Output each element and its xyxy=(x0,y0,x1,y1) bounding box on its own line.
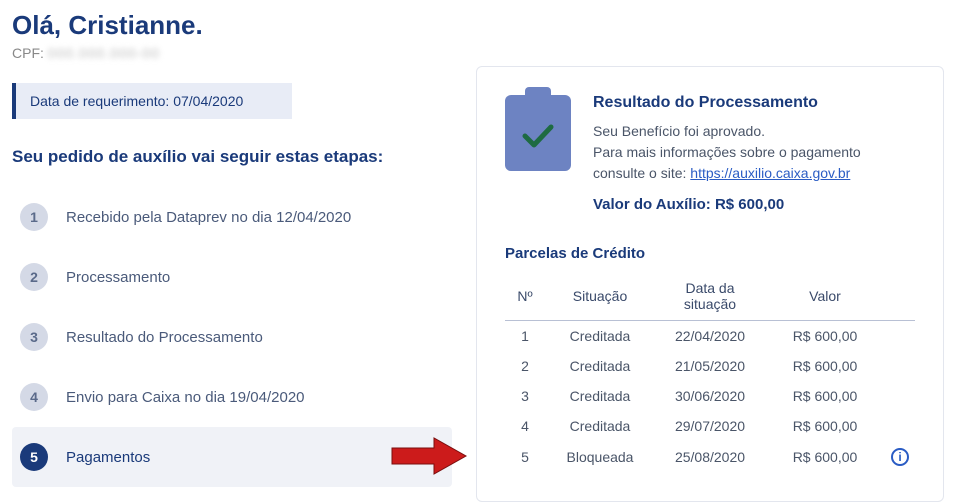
cpf-line: CPF: 000.000.000-00 xyxy=(12,45,452,61)
col-date: Data da situação xyxy=(655,272,765,321)
cpf-value: 000.000.000-00 xyxy=(48,45,160,61)
step-item-1[interactable]: 1 Recebido pela Dataprev no dia 12/04/202… xyxy=(12,187,452,247)
step-item-4[interactable]: 4 Envio para Caixa no dia 19/04/2020 xyxy=(12,367,452,427)
col-num: Nº xyxy=(505,272,545,321)
steps-heading: Seu pedido de auxílio vai seguir estas e… xyxy=(12,147,452,167)
cell-date: 22/04/2020 xyxy=(655,320,765,351)
cell-num: 3 xyxy=(505,381,545,411)
amount-label: Valor do Auxílio: xyxy=(593,196,715,213)
result-link[interactable]: https://auxilio.caixa.gov.br xyxy=(690,165,850,181)
cell-num: 4 xyxy=(505,411,545,441)
steps-list: 1 Recebido pela Dataprev no dia 12/04/202… xyxy=(12,187,452,487)
cell-status: Creditada xyxy=(545,381,655,411)
parcelas-table: Nº Situação Data da situação Valor 1Cred… xyxy=(505,272,915,473)
clipboard-check-icon xyxy=(505,95,571,171)
step-item-3[interactable]: 3 Resultado do Processamento xyxy=(12,307,452,367)
table-row: 5Bloqueada25/08/2020R$ 600,00 i xyxy=(505,441,915,473)
step-label: Resultado do Processamento xyxy=(66,329,263,346)
cell-value: R$ 600,00 xyxy=(765,441,885,473)
cell-value: R$ 600,00 xyxy=(765,411,885,441)
request-date-label: Data de requerimento: xyxy=(30,93,169,109)
step-number: 3 xyxy=(20,323,48,351)
step-item-2[interactable]: 2 Processamento xyxy=(12,247,452,307)
result-approved-text: Seu Benefício foi aprovado. xyxy=(593,121,915,142)
step-number: 1 xyxy=(20,203,48,231)
greeting-heading: Olá, Cristianne. xyxy=(12,10,452,41)
amount-value: R$ 600,00 xyxy=(715,196,784,213)
cell-status: Creditada xyxy=(545,411,655,441)
step-label: Recebido pela Dataprev no dia 12/04/2020 xyxy=(66,209,351,226)
col-status: Situação xyxy=(545,272,655,321)
table-row: 4Creditada29/07/2020R$ 600,00 xyxy=(505,411,915,441)
step-label: Processamento xyxy=(66,269,170,286)
cell-value: R$ 600,00 xyxy=(765,351,885,381)
cell-date: 21/05/2020 xyxy=(655,351,765,381)
cell-date: 25/08/2020 xyxy=(655,441,765,473)
cell-date: 29/07/2020 xyxy=(655,411,765,441)
cell-date: 30/06/2020 xyxy=(655,381,765,411)
parcelas-title: Parcelas de Crédito xyxy=(505,245,915,262)
cell-num: 2 xyxy=(505,351,545,381)
cell-num: 5 xyxy=(505,441,545,473)
table-row: 1Creditada22/04/2020R$ 600,00 xyxy=(505,320,915,351)
table-row: 2Creditada21/05/2020R$ 600,00 xyxy=(505,351,915,381)
info-icon[interactable]: i xyxy=(891,448,909,466)
request-date-value: 07/04/2020 xyxy=(169,93,243,109)
cpf-label: CPF: xyxy=(12,45,44,61)
step-item-5[interactable]: 5 Pagamentos xyxy=(12,427,452,487)
request-date-box: Data de requerimento: 07/04/2020 xyxy=(12,83,292,119)
step-label: Envio para Caixa no dia 19/04/2020 xyxy=(66,389,305,406)
step-number: 4 xyxy=(20,383,48,411)
highlight-arrow-icon xyxy=(390,436,468,476)
col-value: Valor xyxy=(765,272,885,321)
step-number: 2 xyxy=(20,263,48,291)
cell-status: Creditada xyxy=(545,351,655,381)
cell-num: 1 xyxy=(505,320,545,351)
cell-status: Creditada xyxy=(545,320,655,351)
step-label: Pagamentos xyxy=(66,449,150,466)
result-title: Resultado do Processamento xyxy=(593,91,915,115)
cell-value: R$ 600,00 xyxy=(765,381,885,411)
cell-value: R$ 600,00 xyxy=(765,320,885,351)
result-card: Resultado do Processamento Seu Benefício… xyxy=(476,66,944,502)
table-row: 3Creditada30/06/2020R$ 600,00 xyxy=(505,381,915,411)
step-number: 5 xyxy=(20,443,48,471)
cell-status: Bloqueada xyxy=(545,441,655,473)
